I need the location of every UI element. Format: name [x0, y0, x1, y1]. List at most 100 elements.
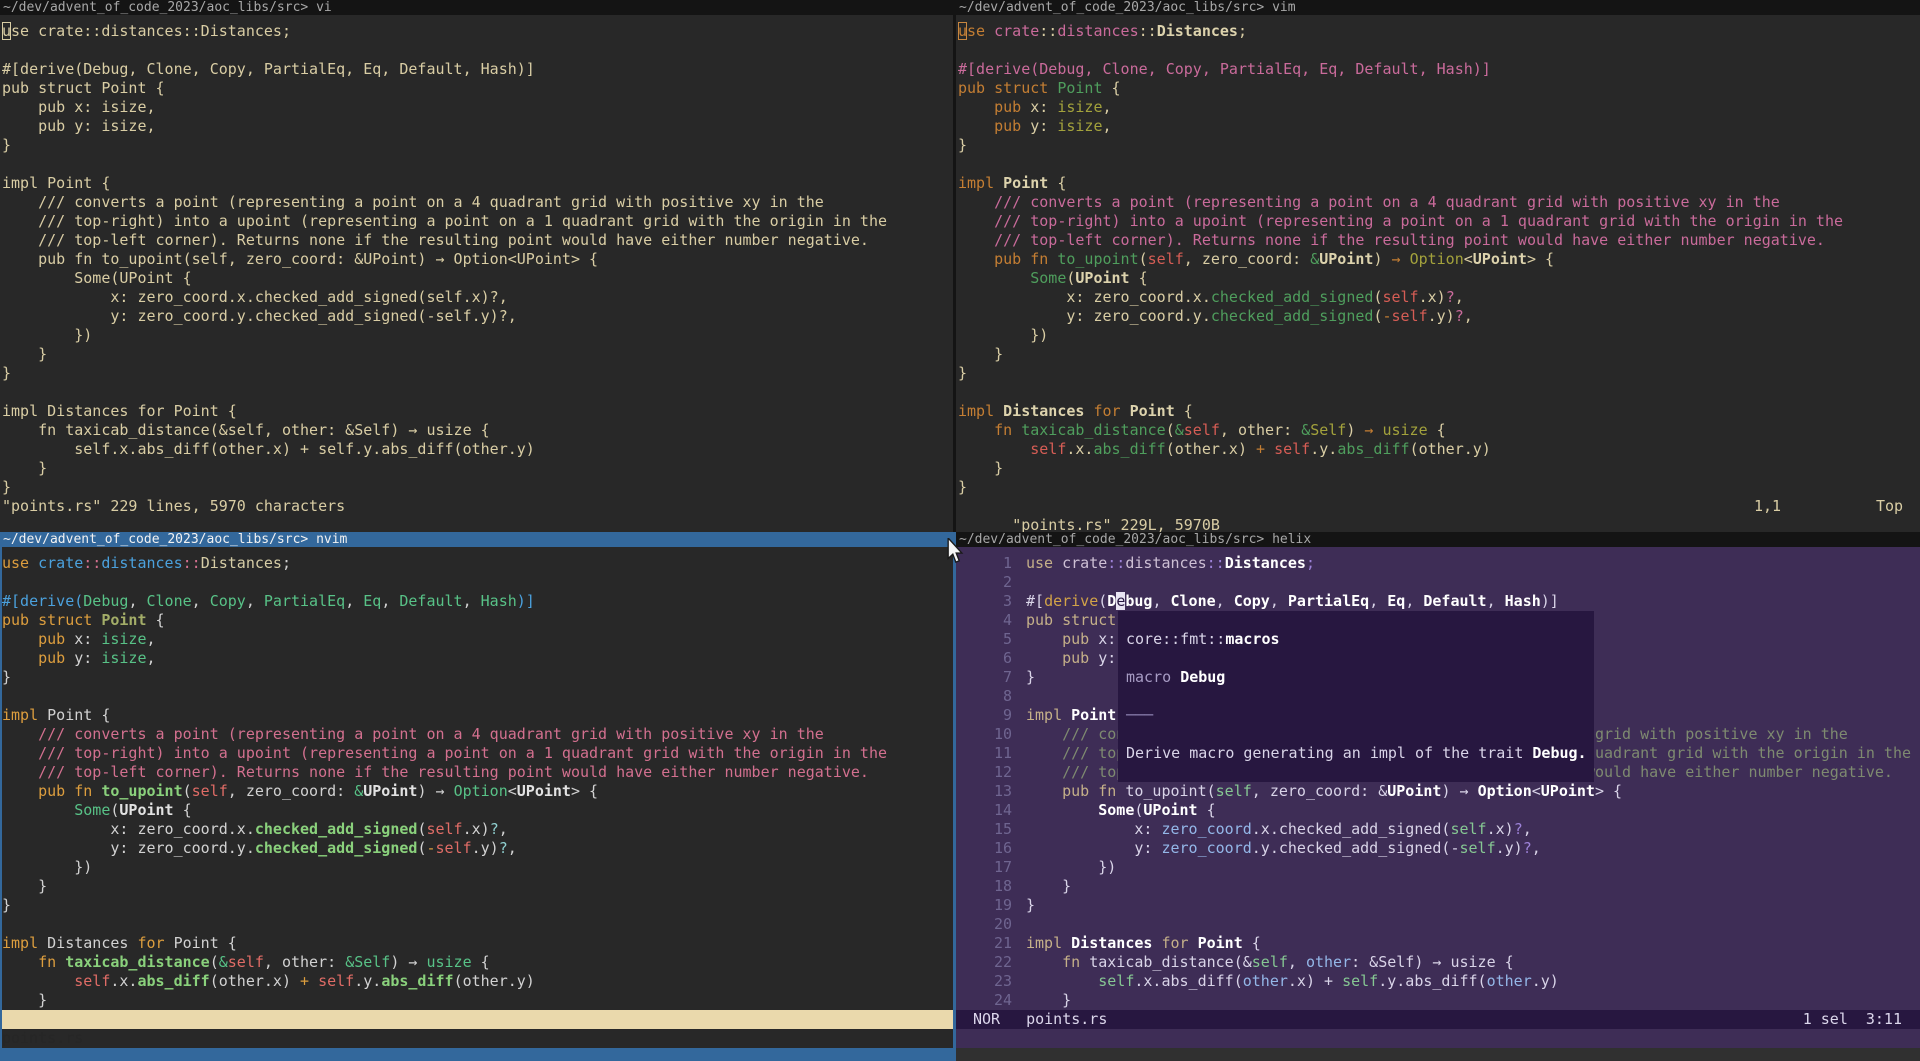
helix-hover-popup: core::fmt::macrosmacro Debug───Derive ma… [1118, 611, 1594, 782]
code-line: impl Distances for Point { [958, 402, 1920, 421]
code-token: usize [426, 953, 471, 971]
pane-vi[interactable]: ~/dev/advent_of_code_2023/aoc_libs/src> … [0, 0, 953, 532]
code-line: pub y: isize, [2, 117, 953, 136]
line-number: 7 [956, 668, 1012, 687]
code-line: pub y: isize, [958, 117, 1920, 136]
code-line: self.x.abs_diff(other.x) + self.y.abs_di… [2, 972, 953, 991]
code-token [1026, 649, 1062, 667]
code-line: } [2, 136, 953, 155]
line-number: 12 [956, 763, 1012, 782]
line-number: 11 [956, 744, 1012, 763]
code-line: Some(UPoint { [2, 801, 953, 820]
code-token: pub struct Point { [2, 79, 165, 97]
pane-nvim[interactable]: ~/dev/advent_of_code_2023/aoc_libs/src> … [0, 532, 953, 1061]
code-token: macro [1126, 668, 1180, 686]
pane-vim[interactable]: ~/dev/advent_of_code_2023/aoc_libs/src> … [956, 0, 1920, 532]
code-token: self [318, 972, 354, 990]
code-line: impl Point { [2, 706, 953, 725]
code-line: #[derive(Debug, Clone, Copy, PartialEq, … [2, 592, 953, 611]
code-token [2, 649, 38, 667]
code-token: , [1270, 592, 1288, 610]
code-token: } [2, 136, 11, 154]
code-token [958, 212, 994, 230]
code-token: { [1428, 421, 1446, 439]
code-token [1026, 763, 1062, 781]
code-token: Hash [481, 592, 517, 610]
code-token: x: [1026, 820, 1161, 838]
code-token: impl Point { [2, 174, 110, 192]
code-token: , [499, 820, 508, 838]
code-token: & [219, 953, 228, 971]
code-token: distances [101, 554, 182, 572]
code-token: /// top-right) into a upoint (representi… [2, 212, 887, 230]
pane-helix[interactable]: ~/dev/advent_of_code_2023/aoc_libs/src> … [956, 532, 1920, 1061]
popup-line: ─── [1126, 706, 1594, 725]
code-line: /// top-right) into a upoint (representi… [958, 212, 1920, 231]
code-token: → [1392, 250, 1401, 268]
code-token: , [1369, 592, 1387, 610]
code-line: } [958, 478, 1920, 497]
code-token: } [2, 877, 47, 895]
code-token: PartialEq [1288, 592, 1369, 610]
pane-title-vi[interactable]: ~/dev/advent_of_code_2023/aoc_libs/src> … [0, 0, 953, 15]
code-token: , other: [1220, 421, 1301, 439]
code-line: pub struct Point { [958, 79, 1920, 98]
code-token: Some(UPoint { [2, 269, 192, 287]
code-line: impl Point { [958, 174, 1920, 193]
code-line: /// top-left corner). Returns none if th… [958, 231, 1920, 250]
code-token: /// converts a point (representing a poi… [2, 193, 824, 211]
code-token: & [354, 782, 363, 800]
nvim-buffer[interactable]: use crate::distances::Distances;#[derive… [2, 554, 953, 1010]
code-token: }) [1026, 858, 1116, 876]
line-number: 13 [956, 782, 1012, 801]
code-token [1026, 782, 1062, 800]
code-token: .y.abs_diff( [1378, 972, 1486, 990]
code-token: pub [994, 117, 1021, 135]
code-token: , zero_coord: [228, 782, 354, 800]
code-token: x: [65, 630, 101, 648]
pane-border-vertical-bottom[interactable] [953, 532, 956, 1061]
code-token: /// top-left corner). Returns none if th… [994, 231, 1825, 249]
code-token: } [958, 459, 1003, 477]
code-line: 13 pub fn to_upoint(self, zero_coord: &U… [956, 782, 1920, 801]
code-token: , [345, 592, 363, 610]
code-token: .y) [1428, 307, 1455, 325]
code-line: impl Point { [2, 174, 953, 193]
code-token: UPoint [1387, 782, 1441, 800]
code-token: fn taxicab_distance(&self, other: &Self)… [2, 421, 490, 439]
pane-title-helix[interactable]: ~/dev/advent_of_code_2023/aoc_libs/src> … [956, 532, 1920, 547]
code-token: } [958, 364, 967, 382]
active-pane-bottom-border [0, 1048, 953, 1061]
line-number: 10 [956, 725, 1012, 744]
code-token [1026, 744, 1062, 762]
pane-title-vim[interactable]: ~/dev/advent_of_code_2023/aoc_libs/src> … [956, 0, 1920, 15]
code-token: Distances [1071, 934, 1152, 952]
code-token: , [1288, 953, 1306, 971]
code-token: pub x: isize, [2, 98, 156, 116]
pane-title-nvim[interactable]: ~/dev/advent_of_code_2023/aoc_libs/src> … [0, 532, 953, 547]
code-token: & [1310, 250, 1319, 268]
code-token: { [1243, 934, 1261, 952]
code-line: 3#[derive(Debug, Clone, Copy, PartialEq,… [956, 592, 1920, 611]
code-token: < [1532, 782, 1541, 800]
code-line: } [2, 896, 953, 915]
pane-border-vertical-top[interactable] [953, 0, 956, 532]
code-token: Clone [1171, 592, 1216, 610]
code-token: (other.x) [1166, 440, 1256, 458]
code-token: y: [65, 649, 101, 667]
code-token: .x) + [1288, 972, 1342, 990]
line-number: 8 [956, 687, 1012, 706]
code-token: { [1103, 79, 1121, 97]
code-token [958, 421, 994, 439]
code-token: impl [1026, 934, 1071, 952]
vim-buffer[interactable]: use crate::distances::Distances;#[derive… [958, 22, 1920, 497]
code-token: pub struct [2, 611, 101, 629]
vi-buffer[interactable]: use crate::distances::Distances;#[derive… [2, 22, 953, 497]
code-token: :: [1107, 554, 1125, 572]
code-token: #[ [1026, 592, 1044, 610]
code-line [2, 41, 953, 60]
code-token: , [1216, 592, 1234, 610]
code-token: } [958, 345, 1003, 363]
code-token: Point { [165, 934, 237, 952]
code-token [1189, 934, 1198, 952]
